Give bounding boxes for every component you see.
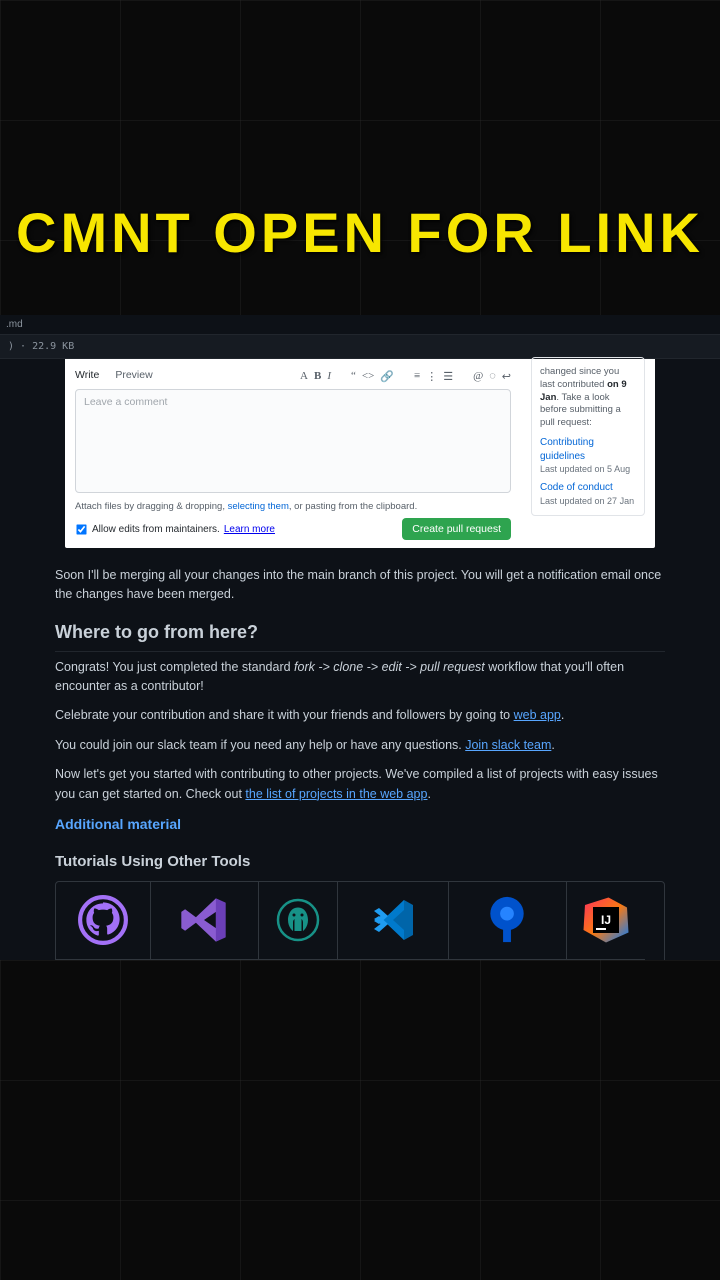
bold-icon[interactable]: B [314, 370, 321, 383]
code-icon[interactable]: <> [362, 370, 374, 383]
merge-notice: Soon I'll be merging all your changes in… [55, 566, 665, 605]
heading-icon[interactable]: A [300, 370, 308, 383]
web-app-link[interactable]: web app [514, 708, 561, 722]
celebrate-paragraph: Celebrate your contribution and share it… [55, 706, 665, 725]
readme-article: Soon I'll be merging all your changes in… [55, 566, 665, 1021]
project-list-link[interactable]: the list of projects in the web app [245, 787, 427, 801]
conduct-updated: Last updated on 27 Jan [540, 495, 636, 507]
comment-textarea[interactable]: Leave a comment [75, 389, 511, 493]
file-meta: ) · 22.9 KB [0, 335, 720, 359]
selecting-them-link[interactable]: selecting them [228, 501, 289, 512]
slack-paragraph: You could join our slack team if you nee… [55, 736, 665, 755]
create-pull-request-button[interactable]: Create pull request [402, 518, 511, 540]
learn-more-link[interactable]: Learn more [224, 524, 275, 535]
vscode-icon [338, 882, 447, 960]
italic-icon[interactable]: I [327, 370, 331, 383]
github-desktop-icon [56, 882, 150, 960]
additional-material-link[interactable]: Additional material [55, 814, 665, 836]
number-list-icon[interactable]: ⋮ [426, 370, 437, 383]
reference-icon[interactable]: ◌ [489, 370, 496, 383]
reply-icon[interactable]: ↩ [502, 370, 511, 383]
attach-hint: Attach files by dragging & dropping, sel… [75, 501, 511, 512]
where-to-go-heading: Where to go from here? [55, 619, 665, 652]
tab-write[interactable]: Write [75, 369, 99, 381]
pr-create-screenshot: Write Preview A B I “ <> 🔗 ≡ ⋮ [65, 359, 655, 548]
bottom-letterbox [0, 960, 720, 1280]
github-readme-panel: .md ) · 22.9 KB Write Preview A B I “ [0, 315, 720, 960]
sourcetree-icon [449, 882, 567, 960]
task-list-icon[interactable]: ☰ [443, 370, 453, 383]
svg-text:IJ: IJ [601, 913, 611, 927]
file-tab: .md [0, 315, 720, 335]
bullet-list-icon[interactable]: ≡ [414, 370, 420, 383]
contributing-updated: Last updated on 5 Aug [540, 463, 636, 475]
tutorials-heading: Tutorials Using Other Tools [55, 850, 665, 873]
tab-preview[interactable]: Preview [115, 369, 152, 381]
projects-paragraph: Now let's get you started with contribut… [55, 765, 665, 804]
allow-edits-checkbox[interactable]: Allow edits from maintainers. Learn more [75, 523, 275, 536]
contributing-sidebar: changed since you last contributed on 9 … [531, 357, 645, 516]
mention-icon[interactable]: @ [473, 370, 483, 383]
visual-studio-icon [151, 882, 259, 960]
gitkraken-icon [259, 882, 337, 960]
allow-edits-input[interactable] [76, 524, 86, 534]
contributing-guidelines-link[interactable]: Contributing guidelines [540, 436, 636, 463]
formatting-toolbar[interactable]: A B I “ <> 🔗 ≡ ⋮ ☰ @ ◌ ↩ [300, 370, 511, 383]
quote-icon[interactable]: “ [351, 370, 356, 383]
code-of-conduct-link[interactable]: Code of conduct [540, 481, 636, 495]
overlay-banner: CMNT OPEN FOR LINK [0, 200, 720, 265]
intellij-icon: IJ [567, 882, 645, 960]
join-slack-link[interactable]: Join slack team [465, 738, 551, 752]
link-icon[interactable]: 🔗 [380, 370, 394, 383]
congrats-paragraph: Congrats! You just completed the standar… [55, 658, 665, 697]
